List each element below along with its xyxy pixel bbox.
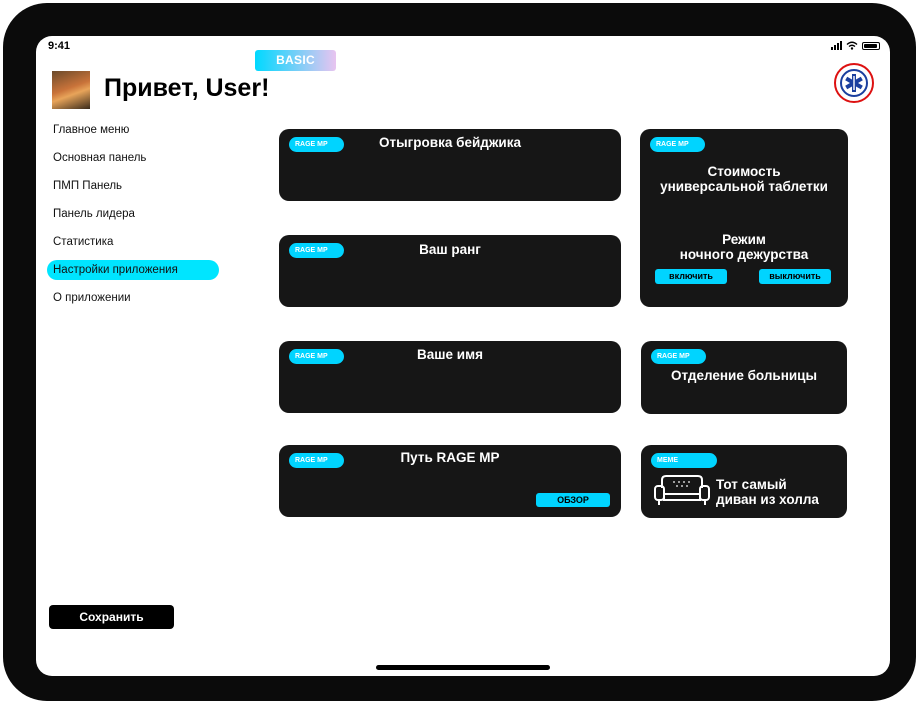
night-duty-off-button[interactable]: выключить <box>759 269 831 284</box>
tier-badge: BASIC <box>255 50 336 71</box>
card-rage-mp-path[interactable]: RAGE MP Путь RAGE MP ОБЗОР <box>279 445 621 517</box>
sofa-title-line1: Тот самый <box>716 477 787 492</box>
card-tag: RAGE MP <box>650 137 705 152</box>
card-badge-roleplay[interactable]: RAGE MP Отыгровка бейджика <box>279 129 621 201</box>
card-tag: MEME <box>651 453 717 468</box>
sidebar-item-pmp-panel[interactable]: ПМП Панель <box>47 176 219 196</box>
battery-icon <box>862 41 880 50</box>
card-tag: RAGE MP <box>651 349 706 364</box>
home-indicator[interactable] <box>376 665 550 670</box>
sidebar-item-statistics[interactable]: Статистика <box>47 232 219 252</box>
sidebar-item-main-menu[interactable]: Главное меню <box>47 120 219 140</box>
night-duty-title: Режим ночного дежурства <box>640 232 848 262</box>
card-title: Стоимость универсальной таблетки <box>640 164 848 194</box>
pill-title-line1: Стоимость <box>707 164 781 179</box>
night-duty-on-button[interactable]: включить <box>655 269 727 284</box>
wifi-icon <box>846 41 858 50</box>
emergency-medical-services-logo-icon <box>834 63 874 103</box>
card-title: Отыгровка бейджика <box>379 135 521 150</box>
sidebar-item-main-panel[interactable]: Основная панель <box>47 148 219 168</box>
sidebar-item-app-settings[interactable]: Настройки приложения <box>47 260 219 280</box>
status-bar-icons <box>831 41 880 50</box>
sofa-title-line2: диван из холла <box>716 492 819 507</box>
night-duty-line2: ночного дежурства <box>679 247 809 262</box>
tablet-frame: 9:41 BASIC Привет, User! Главное меню Ос… <box>3 3 916 701</box>
overview-button[interactable]: ОБЗОР <box>536 493 610 507</box>
status-time: 9:41 <box>48 40 71 52</box>
page-title: Привет, User! <box>104 74 270 102</box>
card-title: Путь RAGE MP <box>400 450 500 465</box>
sofa-icon <box>654 475 710 505</box>
night-duty-line1: Режим <box>722 232 766 247</box>
app-screen: 9:41 BASIC Привет, User! Главное меню Ос… <box>36 36 890 676</box>
card-title: Тот самый диван из холла <box>716 477 819 507</box>
cellular-signal-icon <box>831 41 842 50</box>
card-title: Отделение больницы <box>670 368 818 383</box>
pill-title-line2: универсальной таблетки <box>660 179 828 194</box>
card-pill-cost-night-duty: RAGE MP Стоимость универсальной таблетки… <box>640 129 848 307</box>
card-title: Ваш ранг <box>419 242 481 257</box>
card-meme-sofa[interactable]: MEME Тот самый диван из холла <box>641 445 847 518</box>
sidebar-item-leader-panel[interactable]: Панель лидера <box>47 204 219 224</box>
sidebar: Главное меню Основная панель ПМП Панель … <box>47 120 227 316</box>
card-title: Ваше имя <box>417 347 483 362</box>
card-hospital-department[interactable]: RAGE MP Отделение больницы <box>641 341 847 414</box>
card-name[interactable]: RAGE MP Ваше имя <box>279 341 621 413</box>
avatar[interactable] <box>52 71 90 109</box>
save-button[interactable]: Сохранить <box>49 605 174 629</box>
sidebar-item-about[interactable]: О приложении <box>47 288 219 308</box>
card-rank[interactable]: RAGE MP Ваш ранг <box>279 235 621 307</box>
